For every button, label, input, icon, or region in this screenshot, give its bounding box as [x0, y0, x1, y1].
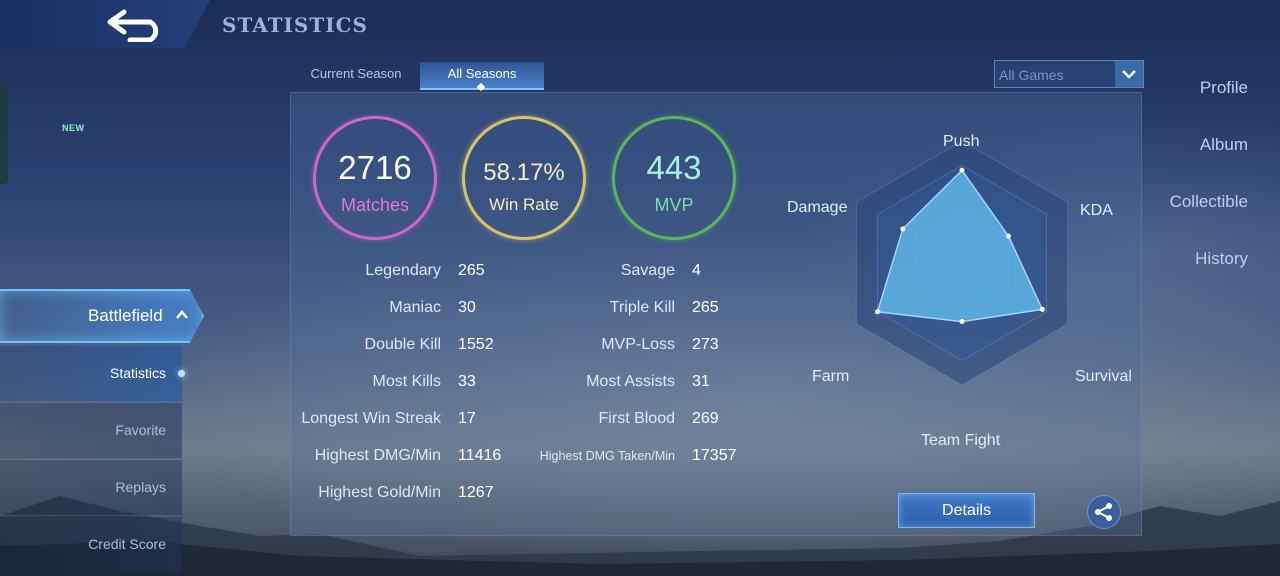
sidebar-subitem-label: Replays: [115, 479, 166, 495]
stat-label: First Blood: [598, 410, 675, 427]
stat-label: Legendary: [365, 262, 441, 279]
matches-label: Matches: [340, 195, 410, 215]
game-mode-selected: All Games: [999, 67, 1064, 83]
radar-point: [900, 226, 906, 232]
radar-point: [1005, 233, 1011, 239]
sidebar-subitem-statistics[interactable]: Statistics: [0, 346, 185, 402]
sidebar-edge-accent: [0, 86, 8, 184]
stat-label: Longest Win Streak: [301, 410, 441, 427]
win-rate-circle: 58.17% Win Rate: [462, 116, 586, 240]
stat-value: 11416: [458, 447, 502, 464]
radar-axis-label: Team Fight: [921, 432, 1001, 449]
radar-axis-label: Push: [943, 133, 980, 150]
radar-point: [959, 167, 965, 173]
game-mode-dropdown[interactable]: All Games: [994, 60, 1144, 88]
sidebar-subitem-replays[interactable]: Replays: [0, 460, 182, 516]
stat-value: 265: [458, 262, 485, 279]
sidebar-item-profile[interactable]: Profile: [1200, 78, 1248, 98]
stat-value: 4: [692, 262, 701, 279]
stat-value: 269: [692, 410, 719, 427]
sidebar-subitem-credit-score[interactable]: Credit Score: [0, 517, 182, 573]
matches-circle: 2716 Matches: [313, 116, 437, 240]
stat-label: Most Kills: [372, 373, 441, 390]
sidebar-item-album[interactable]: Album: [1200, 135, 1248, 155]
stat-label: Maniac: [389, 299, 441, 316]
page-title: STATISTICS: [222, 13, 368, 37]
sidebar-subitem-label: Statistics: [109, 365, 166, 381]
share-icon: [1095, 503, 1112, 521]
sidebar-item-history[interactable]: History: [1195, 249, 1248, 269]
details-button[interactable]: Details: [898, 493, 1035, 528]
mvp-circle: 443 MVP: [612, 116, 736, 240]
sidebar-item-battlefield-label: Battlefield: [88, 306, 163, 325]
stat-value: 273: [692, 336, 719, 353]
stat-value: 33: [458, 373, 476, 390]
sidebar-subitem-favorite[interactable]: Favorite: [0, 403, 182, 459]
matches-value: 2716: [338, 149, 412, 186]
back-arrow-icon: [107, 9, 159, 42]
tab-label: Current Season: [310, 66, 402, 81]
stat-value: 1552: [458, 336, 494, 353]
stat-value: 1267: [458, 484, 494, 501]
radar-axis-label: Damage: [787, 199, 848, 216]
mvp-value: 443: [646, 149, 702, 186]
details-button-label: Details: [942, 501, 991, 519]
radar-axis-label: Farm: [812, 368, 850, 385]
sidebar-item-collectible[interactable]: Collectible: [1170, 192, 1248, 212]
chevron-up-icon: [176, 310, 188, 319]
stat-label: Highest DMG Taken/Min: [539, 449, 675, 463]
sidebar-subitem-label: Credit Score: [88, 536, 166, 552]
stat-label: Double Kill: [364, 336, 441, 353]
back-button[interactable]: [100, 4, 170, 44]
stat-value: 17357: [692, 447, 737, 464]
radar-point: [959, 319, 965, 325]
stat-value: 31: [692, 373, 710, 390]
radar-point: [1039, 306, 1045, 312]
chevron-down-icon: [1115, 61, 1143, 87]
stat-label: Most Assists: [586, 373, 675, 390]
win-rate-value: 58.17%: [483, 159, 565, 186]
mvp-label: MVP: [654, 195, 694, 215]
stat-value: 30: [458, 299, 476, 316]
tab-label: All Seasons: [447, 66, 517, 81]
stat-label: Triple Kill: [609, 299, 675, 316]
new-badge: NEW: [62, 123, 85, 133]
sidebar-subitem-label: Favorite: [115, 422, 166, 438]
stat-label: Highest Gold/Min: [318, 484, 441, 501]
share-button[interactable]: [1087, 495, 1121, 529]
tab-active-indicator: [476, 82, 486, 92]
stat-value: 265: [692, 299, 719, 316]
win-rate-label: Win Rate: [489, 195, 559, 214]
stat-label: Highest DMG/Min: [314, 447, 441, 464]
tab-current-season[interactable]: Current Season: [292, 62, 420, 90]
stat-value: 17: [458, 410, 476, 427]
radar-axis-label: Survival: [1075, 368, 1132, 385]
radar-point: [874, 309, 880, 315]
active-indicator-dot: [178, 370, 185, 377]
radar-axis-label: KDA: [1080, 202, 1113, 219]
stat-label: Savage: [620, 262, 675, 279]
performance-radar-chart: [855, 140, 1069, 386]
stat-label: MVP-Loss: [601, 336, 675, 353]
tab-all-seasons[interactable]: All Seasons: [420, 62, 544, 92]
